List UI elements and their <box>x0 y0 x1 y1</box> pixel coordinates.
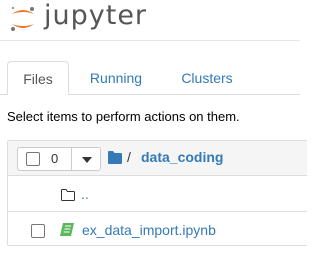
breadcrumb-current-dir[interactable]: data_coding <box>141 149 223 165</box>
parent-dir-link[interactable]: .. <box>81 186 89 202</box>
notebook-file-link[interactable]: ex_data_import.ipynb <box>82 222 216 238</box>
file-browser-panel: 0 / data_coding .. ex_data_import.ipynb <box>7 140 307 246</box>
select-all-button-group: 0 <box>17 147 101 171</box>
item-checkbox[interactable] <box>31 224 45 238</box>
select-all-control[interactable]: 0 <box>18 148 72 170</box>
folder-open-icon[interactable] <box>108 151 123 164</box>
logo-text: jupyter <box>44 0 148 31</box>
select-dropdown-button[interactable] <box>73 148 100 170</box>
jupyter-logo[interactable]: jupyter <box>8 0 148 32</box>
folder-outline-icon <box>61 189 75 201</box>
notebook-icon <box>60 223 74 236</box>
tab-clusters[interactable]: Clusters <box>170 61 244 95</box>
breadcrumb-separator: / <box>127 149 131 165</box>
tab-running[interactable]: Running <box>80 61 152 95</box>
file-browser-toolbar: 0 / data_coding <box>8 141 307 176</box>
select-all-checkbox[interactable] <box>26 152 40 166</box>
list-item-parent-dir[interactable]: .. <box>8 175 307 212</box>
list-item[interactable]: ex_data_import.ipynb <box>8 212 307 248</box>
selected-count: 0 <box>51 151 59 166</box>
jupyter-logo-icon <box>11 6 34 31</box>
header-divider <box>0 40 300 41</box>
tab-files[interactable]: Files <box>7 61 69 95</box>
tab-bar: Files Running Clusters <box>0 61 300 95</box>
caret-down-icon <box>82 157 92 163</box>
instructions-text: Select items to perform actions on them. <box>7 109 240 124</box>
